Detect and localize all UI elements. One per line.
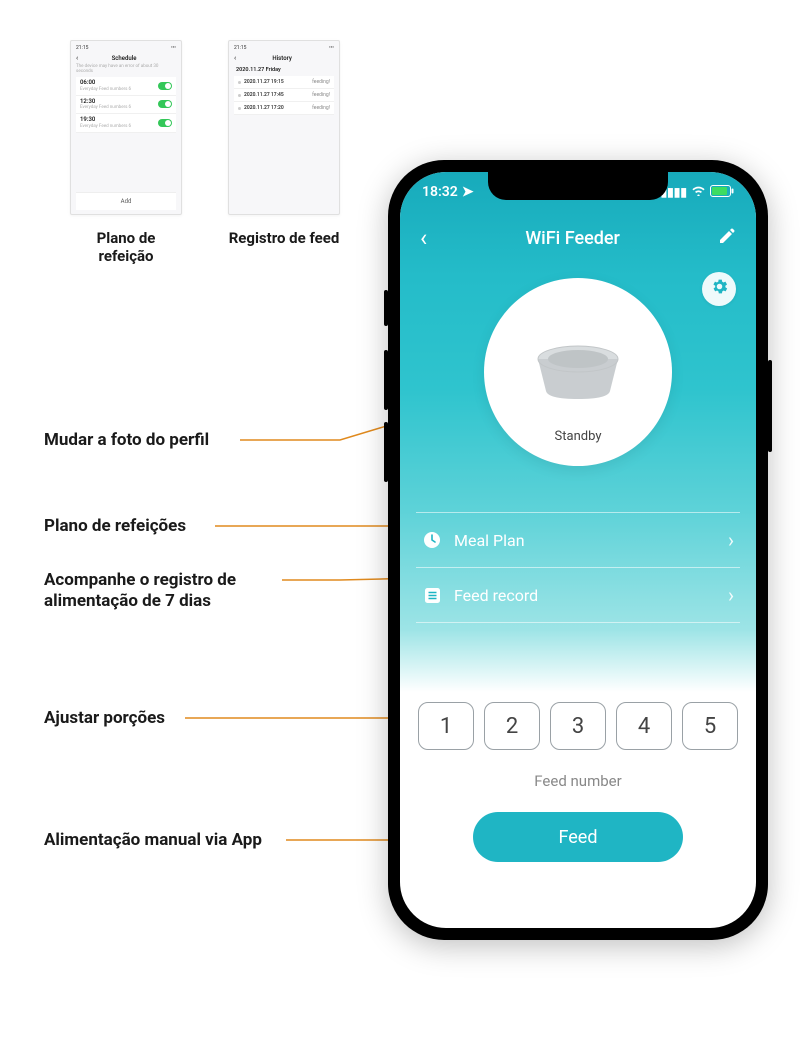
mini-status-time: 21:15: [234, 45, 246, 51]
mini-history-caption: Registro de feed: [228, 229, 340, 247]
phone-mockup: 18:32 ➤ ▮▮▮▮ ‹ WiFi Feeder: [388, 160, 768, 940]
battery-icon: [710, 185, 734, 200]
page-title: WiFi Feeder: [525, 228, 620, 249]
schedule-row: 12:30 Everyday Feed numbers 6: [76, 96, 176, 115]
edit-icon[interactable]: [718, 227, 736, 249]
toggle-icon: [158, 100, 172, 108]
callout-meal-plan: Plano de refeições: [44, 516, 186, 537]
back-icon: ‹: [76, 54, 78, 62]
toggle-icon: [158, 82, 172, 90]
mini-schedule-phone: 21:15 ••• ‹ Schedule The device may have…: [70, 40, 182, 265]
mini-schedule-caption: Plano de refeição: [70, 229, 182, 265]
history-date: 2020.11.27 Friday: [234, 64, 334, 76]
feed-record-label: Feed record: [454, 586, 538, 605]
callout-feed-record: Acompanhe o registro de alimentação de 7…: [44, 570, 304, 613]
portion-5[interactable]: 5: [682, 702, 738, 750]
gear-icon: [710, 277, 729, 301]
settings-button[interactable]: [702, 272, 736, 306]
mini-schedule-title: Schedule: [112, 55, 137, 62]
callout-change-photo: Mudar a foto do perfil: [44, 430, 209, 451]
schedule-row: 19:30 Everyday Feed numbers 6: [76, 114, 176, 133]
mini-history-phone: 21:15 ••• ‹ History 2020.11.27 Friday 20…: [228, 40, 340, 265]
mini-status-icons: •••: [171, 45, 176, 51]
history-row: 2020.11.27 17:20 feeding!: [234, 102, 334, 115]
callout-adjust-portions: Ajustar porções: [44, 708, 165, 729]
feed-number-label: Feed number: [418, 772, 738, 790]
portion-2[interactable]: 2: [484, 702, 540, 750]
bowl-icon: [530, 345, 626, 405]
mini-status-time: 21:15: [76, 45, 88, 51]
mini-schedule-subhead: The device may have an error of about 30…: [76, 64, 176, 74]
location-icon: ➤: [462, 184, 474, 200]
clock-icon: [422, 530, 442, 550]
back-icon: ‹: [234, 54, 236, 62]
status-time: 18:32: [422, 184, 458, 200]
back-icon[interactable]: ‹: [420, 224, 427, 252]
mini-history-title: History: [272, 55, 291, 62]
callout-manual-feed: Alimentação manual via App: [44, 830, 262, 851]
portion-1[interactable]: 1: [418, 702, 474, 750]
meal-plan-label: Meal Plan: [454, 531, 525, 550]
device-avatar[interactable]: Standby: [484, 278, 672, 466]
history-row: 2020.11.27 19:15 feeding!: [234, 76, 334, 89]
portion-4[interactable]: 4: [616, 702, 672, 750]
avatar-status: Standby: [555, 429, 602, 444]
meal-plan-row[interactable]: Meal Plan ›: [416, 512, 740, 567]
schedule-row: 06:00 Everyday Feed numbers 6: [76, 77, 176, 96]
chevron-right-icon: ›: [728, 583, 734, 607]
wifi-icon: [691, 185, 706, 199]
phone-notch: [488, 172, 668, 200]
chevron-right-icon: ›: [728, 528, 734, 552]
list-icon: [422, 585, 442, 605]
history-row: 2020.11.27 17:45 feeding!: [234, 89, 334, 102]
add-button-mini: Add: [76, 192, 176, 210]
feed-button[interactable]: Feed: [473, 812, 683, 862]
toggle-icon: [158, 119, 172, 127]
portion-3[interactable]: 3: [550, 702, 606, 750]
feed-record-row[interactable]: Feed record ›: [416, 567, 740, 623]
mini-status-icons: •••: [329, 45, 334, 51]
